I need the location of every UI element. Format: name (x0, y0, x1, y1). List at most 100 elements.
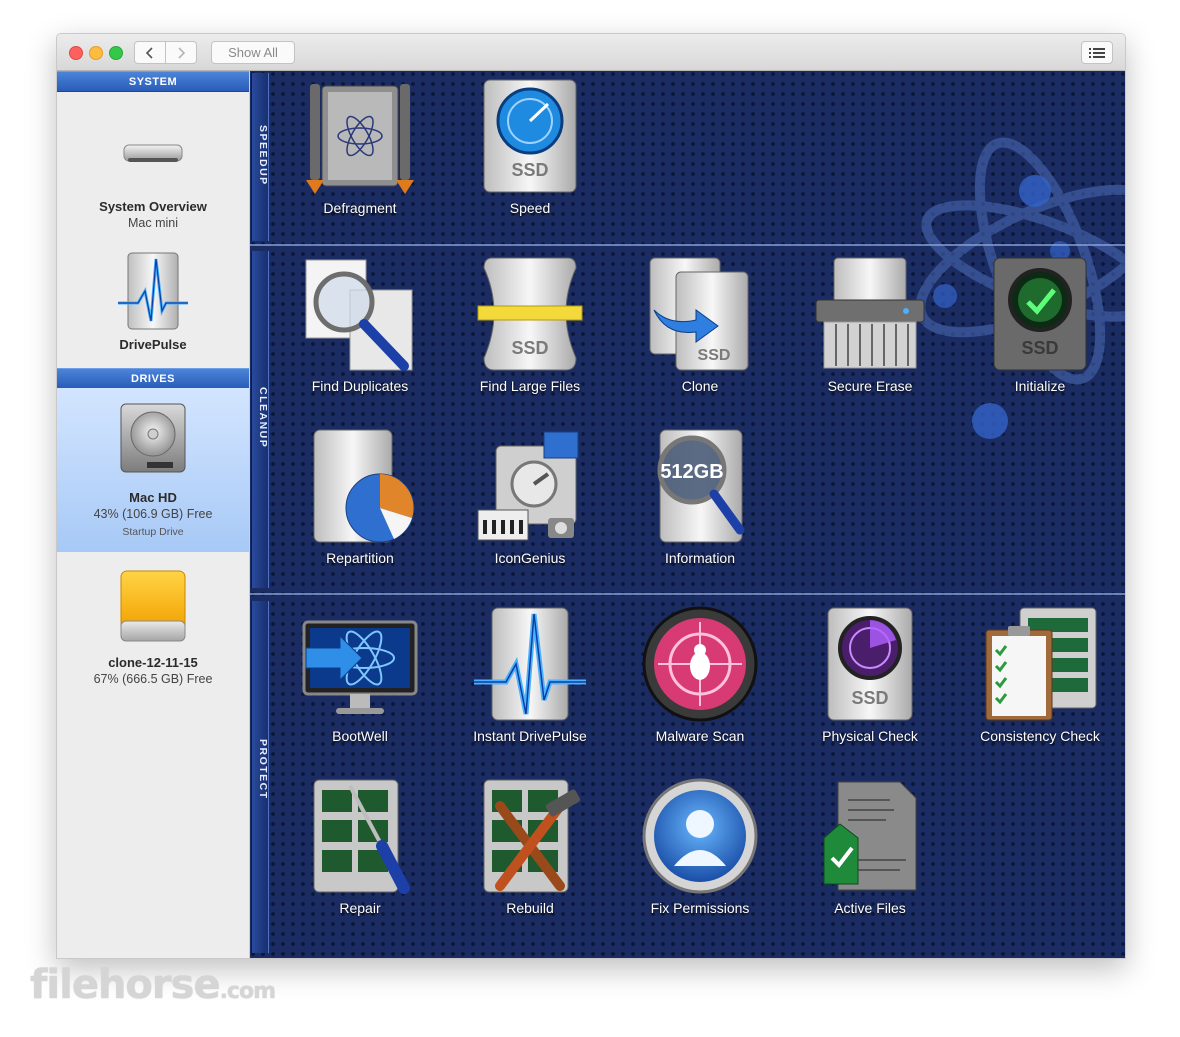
repair-screwdriver-icon (313, 779, 410, 894)
tool-instant-drivepulse[interactable]: Instant DrivePulse (445, 604, 615, 744)
tool-label: Initialize (1014, 378, 1066, 394)
section-label-protect: PROTECT (257, 739, 269, 800)
sidebar-item-title: Mac HD (129, 490, 177, 505)
tool-label: Rebuild (506, 900, 554, 916)
tool-icongenius[interactable]: IconGenius (445, 426, 615, 566)
sidebar-item-subtitle: 67% (666.5 GB) Free (93, 672, 213, 686)
forward-button[interactable] (166, 41, 197, 64)
ssd-label: SSD (511, 160, 548, 180)
tool-label: Consistency Check (980, 728, 1100, 744)
back-button[interactable] (134, 41, 166, 64)
clone-icon: SSD (649, 257, 749, 371)
section-label-cleanup: CLEANUP (257, 387, 269, 449)
tool-label: Repartition (326, 550, 394, 566)
sidebar-item-system-overview[interactable]: System Overview Mac mini (57, 91, 249, 246)
drivepulse-icon (474, 607, 586, 721)
tool-speed[interactable]: SSD Speed (445, 76, 615, 216)
active-files-icon (823, 781, 917, 891)
rebuild-tools-icon (483, 779, 581, 893)
tool-bootwell[interactable]: BootWell (275, 604, 445, 744)
section-divider (250, 244, 1125, 246)
chevron-right-icon (178, 46, 186, 59)
app-window: Show All SYSTEM System Overview Mac mini (56, 33, 1126, 959)
tool-initialize[interactable]: SSD Initialize (955, 254, 1125, 394)
sidebar-item-title: clone-12-11-15 (108, 655, 198, 670)
tools-panel: SPEEDUP CLEANUP PROTECT Defragment SSD S… (250, 71, 1125, 958)
tool-label: Find Duplicates (311, 378, 409, 394)
tool-information[interactable]: 512GB Information (615, 426, 785, 566)
section-label-speedup: SPEEDUP (257, 125, 269, 186)
sidebar-item-title: DrivePulse (119, 337, 187, 352)
section-tab-protect: PROTECT (251, 601, 269, 953)
hard-drive-icon (120, 403, 186, 473)
chevron-left-icon (145, 46, 153, 59)
show-all-button[interactable]: Show All (211, 41, 295, 64)
drivepulse-icon (118, 252, 188, 330)
section-tab-cleanup: CLEANUP (251, 251, 269, 588)
list-view-button[interactable] (1081, 41, 1113, 64)
tool-label: Fix Permissions (650, 900, 750, 916)
close-window-button[interactable] (69, 46, 83, 60)
tool-clone[interactable]: SSD Clone (615, 254, 785, 394)
system-section-header: SYSTEM (57, 71, 249, 92)
sidebar-item-clone-drive[interactable]: clone-12-11-15 67% (666.5 GB) Free (57, 553, 249, 723)
tool-label: Find Large Files (479, 378, 581, 394)
zoom-window-button[interactable] (109, 46, 123, 60)
title-bar: Show All (57, 34, 1125, 71)
initialize-icon: SSD (993, 257, 1087, 371)
drives-section-header: DRIVES (57, 368, 249, 389)
tool-label: Physical Check (822, 728, 918, 744)
sidebar-item-subtitle: 43% (106.9 GB) Free (93, 507, 213, 521)
defragment-icon (306, 84, 414, 194)
tool-rebuild[interactable]: Rebuild (445, 776, 615, 916)
tool-label: IconGenius (494, 550, 566, 566)
ssd-label: SSD (1021, 338, 1058, 358)
tool-label: Defragment (323, 200, 397, 216)
tool-malware-scan[interactable]: Malware Scan (615, 604, 785, 744)
filehorse-watermark: filehorse.com (30, 962, 276, 1008)
minimize-window-button[interactable] (89, 46, 103, 60)
bootwell-icon (302, 620, 418, 714)
find-large-files-icon: SSD (477, 257, 583, 371)
tool-label: Information (664, 550, 736, 566)
tool-consistency-check[interactable]: Consistency Check (955, 604, 1125, 744)
tool-label: Malware Scan (655, 728, 745, 744)
sidebar: SYSTEM System Overview Mac mini DrivePul… (57, 71, 250, 958)
tool-repair[interactable]: Repair (275, 776, 445, 916)
repartition-icon (313, 429, 415, 543)
tool-repartition[interactable]: Repartition (275, 426, 445, 566)
user-permissions-icon (642, 778, 758, 894)
sidebar-item-mac-hd[interactable]: Mac HD 43% (106.9 GB) Free Startup Drive (57, 388, 249, 552)
malware-bug-icon (642, 606, 758, 722)
section-divider (250, 593, 1125, 595)
tool-label: Secure Erase (827, 378, 913, 394)
section-tab-speedup: SPEEDUP (251, 73, 269, 241)
sidebar-item-title: System Overview (99, 199, 207, 214)
watermark-text: filehorse (30, 962, 221, 1008)
tool-label: Active Files (834, 900, 906, 916)
external-drive-icon (120, 570, 186, 642)
tool-label: Clone (681, 378, 719, 394)
tool-defragment[interactable]: Defragment (275, 76, 445, 216)
startup-drive-note: Startup Drive (122, 526, 184, 538)
consistency-checklist-icon (985, 607, 1097, 721)
tool-label: Repair (339, 900, 381, 916)
speed-gauge-icon: SSD (483, 79, 577, 193)
tool-find-large-files[interactable]: SSD Find Large Files (445, 254, 615, 394)
tool-fix-permissions[interactable]: Fix Permissions (615, 776, 785, 916)
sidebar-item-drivepulse[interactable]: DrivePulse (57, 249, 249, 367)
physical-check-icon: SSD (827, 607, 913, 721)
drive-size-label: 512GB (660, 461, 723, 483)
shredder-icon (815, 257, 925, 369)
tool-active-files[interactable]: Active Files (785, 776, 955, 916)
tool-find-duplicates[interactable]: Find Duplicates (275, 254, 445, 394)
tool-secure-erase[interactable]: Secure Erase (785, 254, 955, 394)
tool-label: Speed (509, 200, 551, 216)
ssd-label: SSD (698, 347, 731, 364)
tool-physical-check[interactable]: SSD Physical Check (785, 604, 955, 744)
tool-label: BootWell (332, 728, 388, 744)
tool-label: Instant DrivePulse (473, 728, 587, 744)
list-view-icon (1089, 47, 1105, 58)
find-duplicates-icon (305, 259, 413, 371)
information-icon: 512GB (657, 429, 745, 543)
